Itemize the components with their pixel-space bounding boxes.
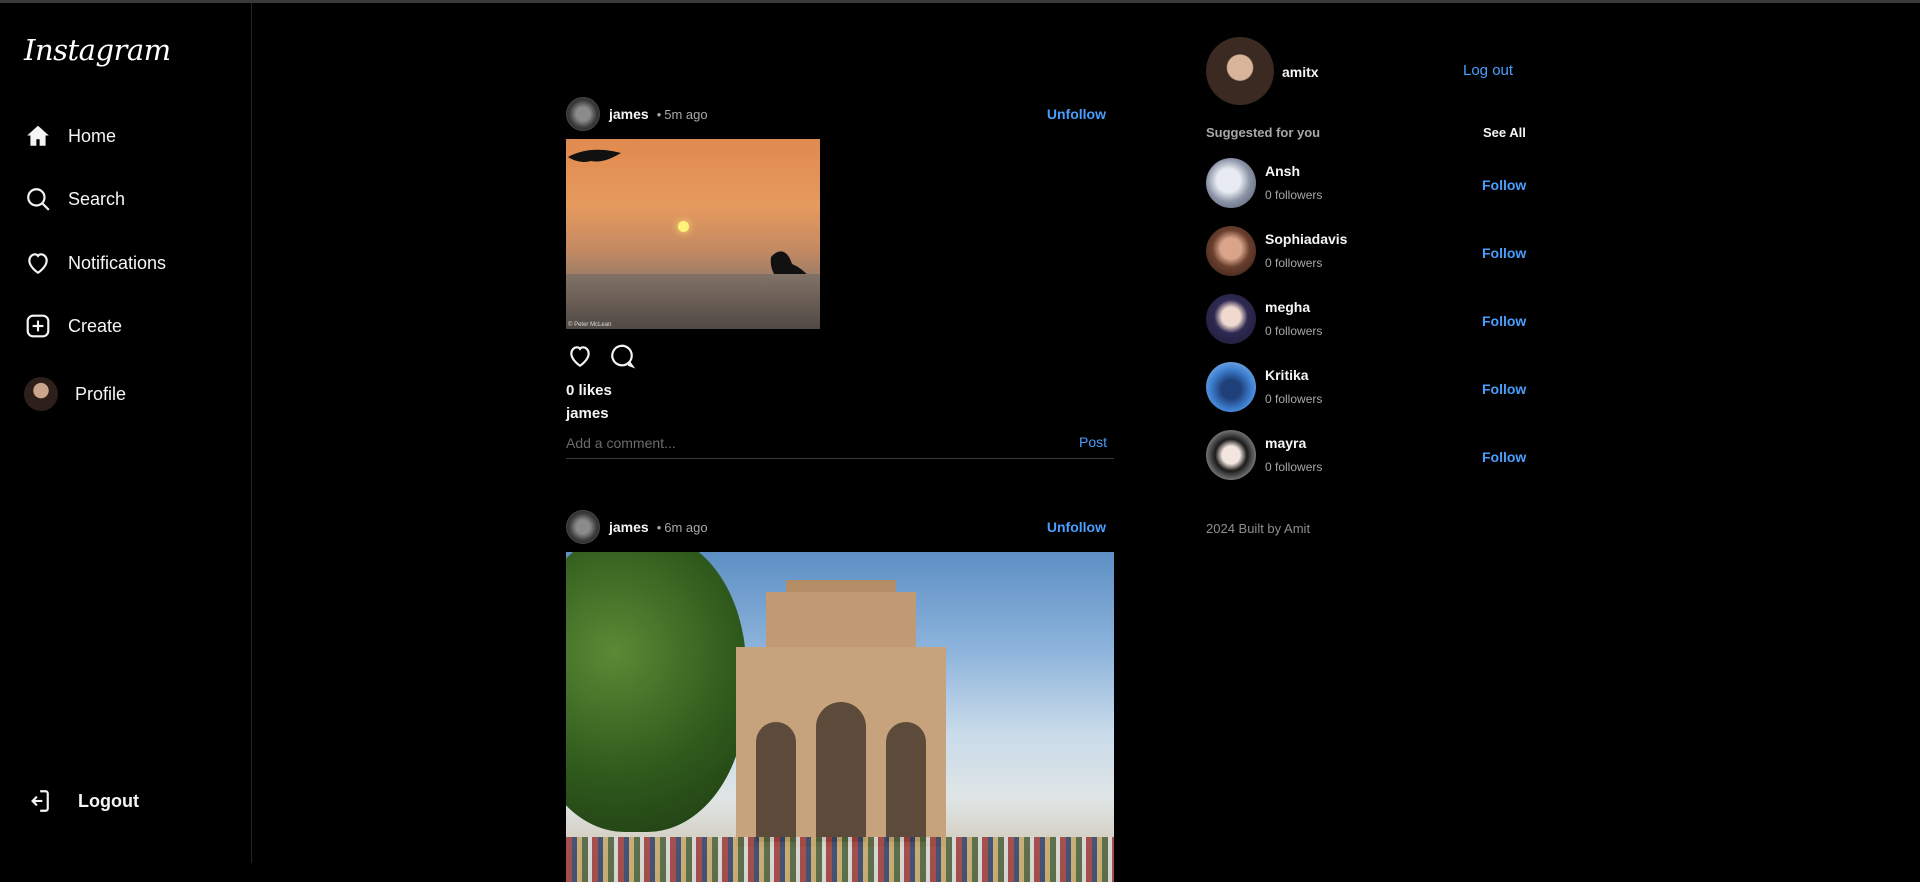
monument-arch xyxy=(756,722,796,842)
instagram-logo[interactable]: Instagram xyxy=(24,33,171,67)
suggestion-item: Ansh 0 followers Follow xyxy=(1206,158,1526,210)
follow-button[interactable]: Follow xyxy=(1482,245,1526,261)
avatar[interactable] xyxy=(1206,362,1256,412)
suggestion-followers: 0 followers xyxy=(1265,392,1323,406)
sidebar-item-label: Profile xyxy=(75,383,127,404)
window-top-border xyxy=(0,0,1920,3)
sidebar-item-home[interactable]: Home xyxy=(24,116,116,156)
suggestion-followers: 0 followers xyxy=(1265,188,1323,202)
logout-icon xyxy=(24,787,52,815)
avatar[interactable] xyxy=(1206,37,1274,105)
suggestion-followers: 0 followers xyxy=(1265,324,1323,338)
post-image[interactable] xyxy=(566,552,1114,882)
unfollow-button[interactable]: Unfollow xyxy=(1047,519,1106,535)
post-actions xyxy=(566,343,636,374)
suggestion-name[interactable]: megha xyxy=(1265,299,1310,315)
suggestion-followers: 0 followers xyxy=(1265,256,1323,270)
see-all-link[interactable]: See All xyxy=(1483,125,1526,140)
avatar[interactable] xyxy=(1206,158,1256,208)
suggestion-name[interactable]: Ansh xyxy=(1265,163,1300,179)
avatar xyxy=(24,377,58,411)
separator-dot: • xyxy=(656,106,662,122)
monument-arch xyxy=(886,722,926,842)
city-skyline xyxy=(566,274,820,329)
avatar[interactable] xyxy=(1206,430,1256,480)
likes-count: 0 likes xyxy=(566,382,612,399)
post-card: james • 6m ago Unfollow xyxy=(566,509,1114,882)
post-header: james • 5m ago Unfollow xyxy=(566,96,1114,132)
suggestion-item: megha 0 followers Follow xyxy=(1206,294,1526,346)
current-username[interactable]: amitx xyxy=(1282,64,1319,80)
sidebar-item-label: Search xyxy=(68,188,126,209)
post-username[interactable]: james xyxy=(609,519,649,535)
post-time: 5m ago xyxy=(664,106,708,122)
suggestion-name[interactable]: Kritika xyxy=(1265,367,1309,383)
suggestion-name[interactable]: mayra xyxy=(1265,435,1306,451)
follow-button[interactable]: Follow xyxy=(1482,177,1526,193)
suggestion-name[interactable]: Sophiadavis xyxy=(1265,231,1347,247)
search-icon xyxy=(24,185,52,213)
separator-dot: • xyxy=(656,519,662,535)
post-image[interactable]: © Peter McLean xyxy=(566,139,820,329)
image-credit: © Peter McLean xyxy=(568,322,612,328)
monument-upper xyxy=(766,592,916,652)
suggestion-followers: 0 followers xyxy=(1265,460,1323,474)
follow-button[interactable]: Follow xyxy=(1482,313,1526,329)
unfollow-button[interactable]: Unfollow xyxy=(1047,106,1106,122)
footer-credit: 2024 Built by Amit xyxy=(1206,521,1311,536)
avatar[interactable] xyxy=(1206,294,1256,344)
sidebar-item-label: Home xyxy=(68,125,117,146)
follow-button[interactable]: Follow xyxy=(1482,381,1526,397)
post-card: james • 5m ago Unfollow © Peter McLean 0… xyxy=(566,96,1114,466)
logout-button[interactable]: Logout xyxy=(24,781,139,821)
avatar[interactable] xyxy=(566,510,600,544)
monument-arch xyxy=(816,702,866,842)
avatar[interactable] xyxy=(1206,226,1256,276)
post-header: james • 6m ago Unfollow xyxy=(566,509,1114,545)
sidebar-item-notifications[interactable]: Notifications xyxy=(24,243,166,283)
comment-icon[interactable] xyxy=(608,343,636,374)
caption-username[interactable]: james xyxy=(566,405,609,422)
like-icon[interactable] xyxy=(566,343,594,374)
heart-icon xyxy=(24,249,52,277)
tree-shape xyxy=(566,552,746,832)
suggestion-item: Sophiadavis 0 followers Follow xyxy=(1206,226,1526,278)
suggestion-item: Kritika 0 followers Follow xyxy=(1206,362,1526,414)
sidebar-item-create[interactable]: Create xyxy=(24,306,122,346)
sidebar-item-search[interactable]: Search xyxy=(24,179,125,219)
follow-button[interactable]: Follow xyxy=(1482,449,1526,465)
home-icon xyxy=(24,122,52,150)
post-comment-button[interactable]: Post xyxy=(1079,434,1107,450)
sidebar-item-profile[interactable]: Profile xyxy=(24,374,126,414)
sidebar-item-label: Notifications xyxy=(68,252,167,273)
crowd xyxy=(566,837,1114,882)
sidebar-item-label: Create xyxy=(68,315,123,336)
plus-square-icon xyxy=(24,312,52,340)
comment-input[interactable] xyxy=(566,432,1046,454)
sidebar-item-label: Logout xyxy=(78,790,139,811)
suggested-title: Suggested for you xyxy=(1206,125,1321,140)
post-username[interactable]: james xyxy=(609,106,649,122)
comment-form: Post xyxy=(566,429,1114,459)
avatar[interactable] xyxy=(566,97,600,131)
sidebar: Instagram Home Search Notifications Crea… xyxy=(0,3,252,863)
post-time: 6m ago xyxy=(664,519,708,535)
log-out-link[interactable]: Log out xyxy=(1463,62,1513,79)
suggestion-item: mayra 0 followers Follow xyxy=(1206,430,1526,482)
